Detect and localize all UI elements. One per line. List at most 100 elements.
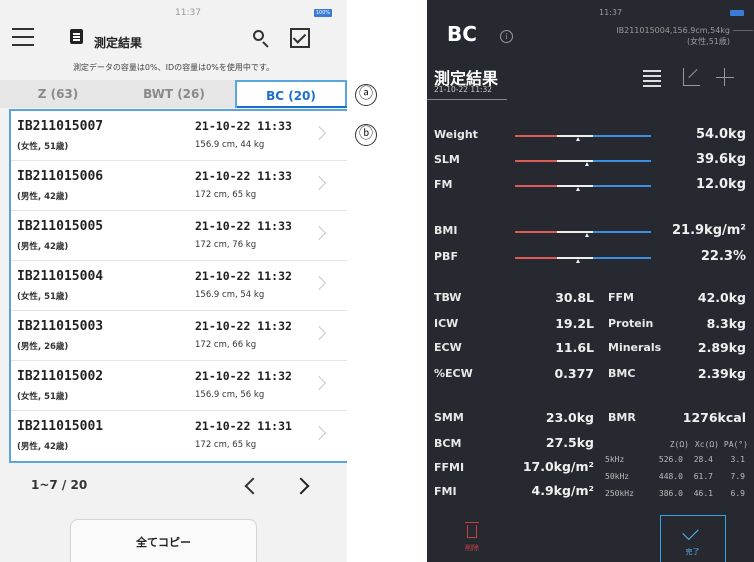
record-id: IB211015004 bbox=[17, 269, 104, 284]
record-date: 21-10-22 11:33 bbox=[195, 169, 292, 183]
record-id: IB211015005 bbox=[17, 219, 104, 234]
status-time: 11:37 bbox=[599, 8, 623, 17]
impedance-header-pa: PA(°) bbox=[723, 440, 748, 449]
trend-chart-icon[interactable] bbox=[683, 68, 700, 86]
metric-value-bmr: 1276kcal bbox=[682, 410, 746, 425]
select-checkbox-icon[interactable] bbox=[290, 28, 310, 48]
info-icon[interactable]: i bbox=[500, 30, 513, 43]
metric-label-bmc: BMC bbox=[608, 367, 636, 380]
active-tab-indicator bbox=[237, 106, 347, 108]
metric-label-bcm: BCM bbox=[434, 437, 462, 450]
list-item[interactable]: IB211015003 (男性, 26歳) 21-10-22 11:32 172… bbox=[11, 311, 347, 361]
impedance-xc: 28.4 bbox=[693, 455, 713, 464]
tab-bwt[interactable]: BWT (26) bbox=[116, 80, 232, 108]
metric-value-ffm: 42.0kg bbox=[697, 290, 746, 305]
copy-all-button[interactable]: 全てコピー bbox=[70, 519, 257, 562]
record-id: IB211015002 bbox=[17, 369, 104, 384]
record-id: IB211015001 bbox=[17, 419, 104, 434]
metric-label-protein: Protein bbox=[608, 317, 654, 330]
status-bar: 11:37 100% bbox=[0, 8, 347, 20]
metric-value-tbw: 30.8L bbox=[555, 290, 594, 305]
record-gender-age: (男性, 42歳) bbox=[17, 192, 69, 202]
metric-label-bmr: BMR bbox=[608, 411, 636, 424]
metric-label-fm: FM bbox=[434, 178, 453, 191]
metric-label-bmi: BMI bbox=[434, 224, 458, 237]
range-bar-weight bbox=[515, 135, 651, 141]
menu-icon[interactable] bbox=[12, 28, 34, 46]
metric-label-ecw: ECW bbox=[434, 341, 462, 354]
impedance-freq: 5kHz bbox=[605, 455, 625, 464]
impedance-pa: 6.9 bbox=[730, 489, 745, 498]
range-bar-fm bbox=[515, 185, 651, 191]
bc-result-screen: 11:37 BC i IB211015004,156.9cm,54kg (女性,… bbox=[427, 0, 754, 562]
divider bbox=[427, 99, 507, 100]
metric-value-weight: 54.0kg bbox=[695, 127, 746, 142]
tab-bc[interactable]: BC (20) bbox=[235, 80, 347, 108]
list-item[interactable]: IB211015001 (男性, 42歳) 21-10-22 11:31 172… bbox=[11, 411, 347, 461]
delete-label: 削除 bbox=[465, 544, 479, 552]
record-height-weight: 156.9 cm, 56 kg bbox=[195, 390, 265, 400]
tab-z[interactable]: Z (63) bbox=[0, 80, 116, 108]
metric-value-fmi: 4.9kg/m² bbox=[531, 483, 594, 498]
metric-label-pbf: PBF bbox=[434, 250, 458, 263]
chevron-right-icon bbox=[311, 225, 327, 241]
chevron-right-icon bbox=[311, 275, 327, 291]
measurement-datetime: 21-10-22 11:32 bbox=[434, 85, 493, 94]
list-item[interactable]: IB211015007 (女性, 51歳) 21-10-22 11:33 156… bbox=[11, 111, 347, 161]
battery-icon: 100% bbox=[314, 9, 332, 17]
metric-label-ecw-ratio: %ECW bbox=[434, 367, 473, 380]
done-button[interactable]: 完了 bbox=[660, 515, 726, 562]
list-item[interactable]: IB211015005 (男性, 42歳) 21-10-22 11:33 172… bbox=[11, 211, 347, 261]
chevron-right-icon bbox=[311, 175, 327, 191]
measurement-list-screen: 11:37 100% 測定結果 測定データの容量は0%、IDの容量は0%を使用中… bbox=[0, 0, 347, 562]
list-item[interactable]: IB211015002 (女性, 51歳) 21-10-22 11:32 156… bbox=[11, 361, 347, 411]
chevron-right-icon bbox=[311, 125, 327, 141]
record-height-weight: 172 cm, 66 kg bbox=[195, 340, 257, 350]
record-date: 21-10-22 11:32 bbox=[195, 369, 292, 383]
screen-header: BC bbox=[447, 22, 477, 46]
range-bar-bmi bbox=[515, 231, 651, 237]
result-list: IB211015007 (女性, 51歳) 21-10-22 11:33 156… bbox=[9, 109, 347, 463]
impedance-z: 526.0 bbox=[658, 455, 683, 464]
record-height-weight: 172 cm, 65 kg bbox=[195, 440, 257, 450]
metric-label-tbw: TBW bbox=[434, 291, 462, 304]
storage-usage-note: 測定データの容量は0%、IDの容量は0%を使用中です。 bbox=[72, 63, 275, 72]
metric-value-bmi: 21.9kg/m² bbox=[671, 223, 746, 238]
document-icon bbox=[70, 29, 83, 44]
list-item[interactable]: IB211015006 (男性, 42歳) 21-10-22 11:33 172… bbox=[11, 161, 347, 211]
record-date: 21-10-22 11:32 bbox=[195, 319, 292, 333]
delete-button[interactable]: 削除 bbox=[460, 522, 484, 558]
list-item[interactable]: IB211015004 (女性, 51歳) 21-10-22 11:32 156… bbox=[11, 261, 347, 311]
pagination: 1~7 / 20 bbox=[0, 470, 347, 510]
metric-label-icw: ICW bbox=[434, 317, 459, 330]
record-id: IB211015006 bbox=[17, 169, 104, 184]
record-gender-age: (女性, 51歳) bbox=[17, 392, 69, 402]
metric-value-minerals: 2.89kg bbox=[697, 340, 746, 355]
metric-label-ffmi: FFMI bbox=[434, 461, 465, 474]
metric-value-icw: 19.2L bbox=[555, 316, 594, 331]
record-gender-age: (男性, 42歳) bbox=[17, 442, 69, 452]
metric-value-fm: 12.0kg bbox=[695, 177, 746, 192]
subject-info: IB211015004,156.9cm,54kg (女性,51歳) bbox=[587, 25, 730, 47]
metric-label-slm: SLM bbox=[434, 153, 460, 166]
record-gender-age: (女性, 51歳) bbox=[17, 292, 69, 302]
table-view-icon[interactable] bbox=[643, 70, 661, 87]
chevron-right-icon[interactable] bbox=[292, 477, 310, 495]
record-gender-age: (男性, 42歳) bbox=[17, 242, 69, 252]
divider bbox=[733, 30, 753, 31]
chevron-right-icon bbox=[311, 325, 327, 341]
callout-marker-a: ⓐ bbox=[355, 84, 377, 106]
range-bar-slm bbox=[515, 160, 651, 166]
chevron-right-icon bbox=[311, 425, 327, 441]
impedance-pa: 3.1 bbox=[730, 455, 745, 464]
subject-gender-age: (女性,51歳) bbox=[687, 37, 730, 46]
metric-value-ffmi: 17.0kg/m² bbox=[522, 459, 594, 474]
impedance-header-z: Z(Ω) bbox=[669, 440, 689, 449]
search-icon[interactable] bbox=[250, 28, 272, 50]
record-date: 21-10-22 11:31 bbox=[195, 419, 292, 433]
graph-axes-icon[interactable] bbox=[716, 68, 734, 86]
record-id: IB211015003 bbox=[17, 319, 104, 334]
chevron-left-icon[interactable] bbox=[244, 477, 262, 495]
impedance-header-xc: Xc(Ω) bbox=[694, 440, 719, 449]
metric-value-smm: 23.0kg bbox=[545, 410, 594, 425]
